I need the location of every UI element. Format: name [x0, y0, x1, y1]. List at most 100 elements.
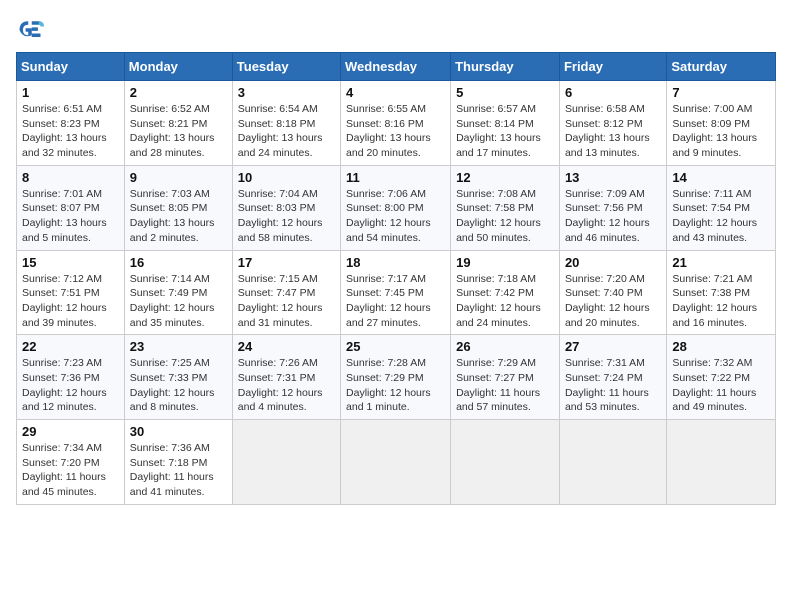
weekday-header-monday: Monday [124, 53, 232, 81]
day-cell: 22 Sunrise: 7:23 AM Sunset: 7:36 PM Dayli… [17, 335, 125, 420]
day-detail: Sunrise: 7:31 AM Sunset: 7:24 PM Dayligh… [565, 356, 661, 415]
day-number: 16 [130, 255, 227, 270]
logo-icon [16, 16, 44, 44]
day-number: 18 [346, 255, 445, 270]
day-detail: Sunrise: 7:29 AM Sunset: 7:27 PM Dayligh… [456, 356, 554, 415]
day-detail: Sunrise: 7:23 AM Sunset: 7:36 PM Dayligh… [22, 356, 119, 415]
day-number: 23 [130, 339, 227, 354]
weekday-header-friday: Friday [559, 53, 666, 81]
day-cell: 13 Sunrise: 7:09 AM Sunset: 7:56 PM Dayli… [559, 165, 666, 250]
day-cell: 30Sunrise: 7:36 AM Sunset: 7:18 PM Dayli… [124, 420, 232, 505]
day-cell: 26 Sunrise: 7:29 AM Sunset: 7:27 PM Dayli… [451, 335, 560, 420]
day-cell [451, 420, 560, 505]
day-cell: 16 Sunrise: 7:14 AM Sunset: 7:49 PM Dayli… [124, 250, 232, 335]
day-detail: Sunrise: 7:25 AM Sunset: 7:33 PM Dayligh… [130, 356, 227, 415]
day-number: 3 [238, 85, 335, 100]
day-detail: Sunrise: 7:28 AM Sunset: 7:29 PM Dayligh… [346, 356, 445, 415]
day-detail: Sunrise: 7:03 AM Sunset: 8:05 PM Dayligh… [130, 187, 227, 246]
day-cell [667, 420, 776, 505]
day-number: 10 [238, 170, 335, 185]
day-cell: 21 Sunrise: 7:21 AM Sunset: 7:38 PM Dayli… [667, 250, 776, 335]
day-detail: Sunrise: 7:17 AM Sunset: 7:45 PM Dayligh… [346, 272, 445, 331]
day-detail: Sunrise: 7:26 AM Sunset: 7:31 PM Dayligh… [238, 356, 335, 415]
day-detail: Sunrise: 7:11 AM Sunset: 7:54 PM Dayligh… [672, 187, 770, 246]
day-detail: Sunrise: 7:06 AM Sunset: 8:00 PM Dayligh… [346, 187, 445, 246]
week-row-3: 15Sunrise: 7:12 AM Sunset: 7:51 PM Dayli… [17, 250, 776, 335]
day-cell: 8 Sunrise: 7:01 AM Sunset: 8:07 PM Daylig… [17, 165, 125, 250]
calendar: SundayMondayTuesdayWednesdayThursdayFrid… [16, 52, 776, 505]
day-detail: Sunrise: 7:32 AM Sunset: 7:22 PM Dayligh… [672, 356, 770, 415]
day-cell: 20 Sunrise: 7:20 AM Sunset: 7:40 PM Dayli… [559, 250, 666, 335]
day-detail: Sunrise: 6:58 AM Sunset: 8:12 PM Dayligh… [565, 102, 661, 161]
day-detail: Sunrise: 7:08 AM Sunset: 7:58 PM Dayligh… [456, 187, 554, 246]
day-detail: Sunrise: 7:09 AM Sunset: 7:56 PM Dayligh… [565, 187, 661, 246]
day-cell: 14 Sunrise: 7:11 AM Sunset: 7:54 PM Dayli… [667, 165, 776, 250]
day-cell: 6Sunrise: 6:58 AM Sunset: 8:12 PM Daylig… [559, 81, 666, 166]
day-detail: Sunrise: 7:21 AM Sunset: 7:38 PM Dayligh… [672, 272, 770, 331]
day-cell: 17 Sunrise: 7:15 AM Sunset: 7:47 PM Dayli… [232, 250, 340, 335]
day-cell: 15Sunrise: 7:12 AM Sunset: 7:51 PM Dayli… [17, 250, 125, 335]
day-number: 5 [456, 85, 554, 100]
day-cell: 19 Sunrise: 7:18 AM Sunset: 7:42 PM Dayli… [451, 250, 560, 335]
header [16, 16, 776, 44]
week-row-1: 1 Sunrise: 6:51 AM Sunset: 8:23 PM Daylig… [17, 81, 776, 166]
day-number: 28 [672, 339, 770, 354]
day-number: 17 [238, 255, 335, 270]
day-number: 19 [456, 255, 554, 270]
day-detail: Sunrise: 6:57 AM Sunset: 8:14 PM Dayligh… [456, 102, 554, 161]
day-number: 4 [346, 85, 445, 100]
day-cell: 25 Sunrise: 7:28 AM Sunset: 7:29 PM Dayli… [341, 335, 451, 420]
day-cell: 28 Sunrise: 7:32 AM Sunset: 7:22 PM Dayli… [667, 335, 776, 420]
day-number: 27 [565, 339, 661, 354]
day-cell: 12 Sunrise: 7:08 AM Sunset: 7:58 PM Dayli… [451, 165, 560, 250]
day-number: 21 [672, 255, 770, 270]
day-cell [341, 420, 451, 505]
day-cell: 11 Sunrise: 7:06 AM Sunset: 8:00 PM Dayli… [341, 165, 451, 250]
day-detail: Sunrise: 7:20 AM Sunset: 7:40 PM Dayligh… [565, 272, 661, 331]
day-number: 22 [22, 339, 119, 354]
day-cell: 1 Sunrise: 6:51 AM Sunset: 8:23 PM Daylig… [17, 81, 125, 166]
day-number: 11 [346, 170, 445, 185]
day-cell: 4 Sunrise: 6:55 AM Sunset: 8:16 PM Daylig… [341, 81, 451, 166]
day-number: 14 [672, 170, 770, 185]
day-cell: 5 Sunrise: 6:57 AM Sunset: 8:14 PM Daylig… [451, 81, 560, 166]
day-detail: Sunrise: 6:54 AM Sunset: 8:18 PM Dayligh… [238, 102, 335, 161]
day-number: 1 [22, 85, 119, 100]
day-detail: Sunrise: 7:00 AM Sunset: 8:09 PM Dayligh… [672, 102, 770, 161]
day-number: 29 [22, 424, 119, 439]
day-cell: 29Sunrise: 7:34 AM Sunset: 7:20 PM Dayli… [17, 420, 125, 505]
weekday-header-saturday: Saturday [667, 53, 776, 81]
day-detail: Sunrise: 6:52 AM Sunset: 8:21 PM Dayligh… [130, 102, 227, 161]
day-detail: Sunrise: 7:04 AM Sunset: 8:03 PM Dayligh… [238, 187, 335, 246]
day-number: 24 [238, 339, 335, 354]
day-detail: Sunrise: 6:55 AM Sunset: 8:16 PM Dayligh… [346, 102, 445, 161]
day-detail: Sunrise: 7:18 AM Sunset: 7:42 PM Dayligh… [456, 272, 554, 331]
day-cell [232, 420, 340, 505]
day-detail: Sunrise: 7:15 AM Sunset: 7:47 PM Dayligh… [238, 272, 335, 331]
day-cell: 24 Sunrise: 7:26 AM Sunset: 7:31 PM Dayli… [232, 335, 340, 420]
day-number: 25 [346, 339, 445, 354]
day-detail: Sunrise: 6:51 AM Sunset: 8:23 PM Dayligh… [22, 102, 119, 161]
day-number: 13 [565, 170, 661, 185]
day-cell: 23 Sunrise: 7:25 AM Sunset: 7:33 PM Dayli… [124, 335, 232, 420]
weekday-header-thursday: Thursday [451, 53, 560, 81]
day-detail: Sunrise: 7:01 AM Sunset: 8:07 PM Dayligh… [22, 187, 119, 246]
day-cell [559, 420, 666, 505]
day-number: 20 [565, 255, 661, 270]
week-row-2: 8 Sunrise: 7:01 AM Sunset: 8:07 PM Daylig… [17, 165, 776, 250]
day-number: 12 [456, 170, 554, 185]
day-detail: Sunrise: 7:12 AM Sunset: 7:51 PM Dayligh… [22, 272, 119, 331]
day-number: 8 [22, 170, 119, 185]
weekday-header-row: SundayMondayTuesdayWednesdayThursdayFrid… [17, 53, 776, 81]
day-number: 26 [456, 339, 554, 354]
day-detail: Sunrise: 7:14 AM Sunset: 7:49 PM Dayligh… [130, 272, 227, 331]
day-cell: 9 Sunrise: 7:03 AM Sunset: 8:05 PM Daylig… [124, 165, 232, 250]
day-number: 7 [672, 85, 770, 100]
day-cell: 18 Sunrise: 7:17 AM Sunset: 7:45 PM Dayli… [341, 250, 451, 335]
day-cell: 3 Sunrise: 6:54 AM Sunset: 8:18 PM Daylig… [232, 81, 340, 166]
weekday-header-tuesday: Tuesday [232, 53, 340, 81]
day-number: 9 [130, 170, 227, 185]
day-cell: 10 Sunrise: 7:04 AM Sunset: 8:03 PM Dayli… [232, 165, 340, 250]
day-number: 30 [130, 424, 227, 439]
logo [16, 16, 48, 44]
